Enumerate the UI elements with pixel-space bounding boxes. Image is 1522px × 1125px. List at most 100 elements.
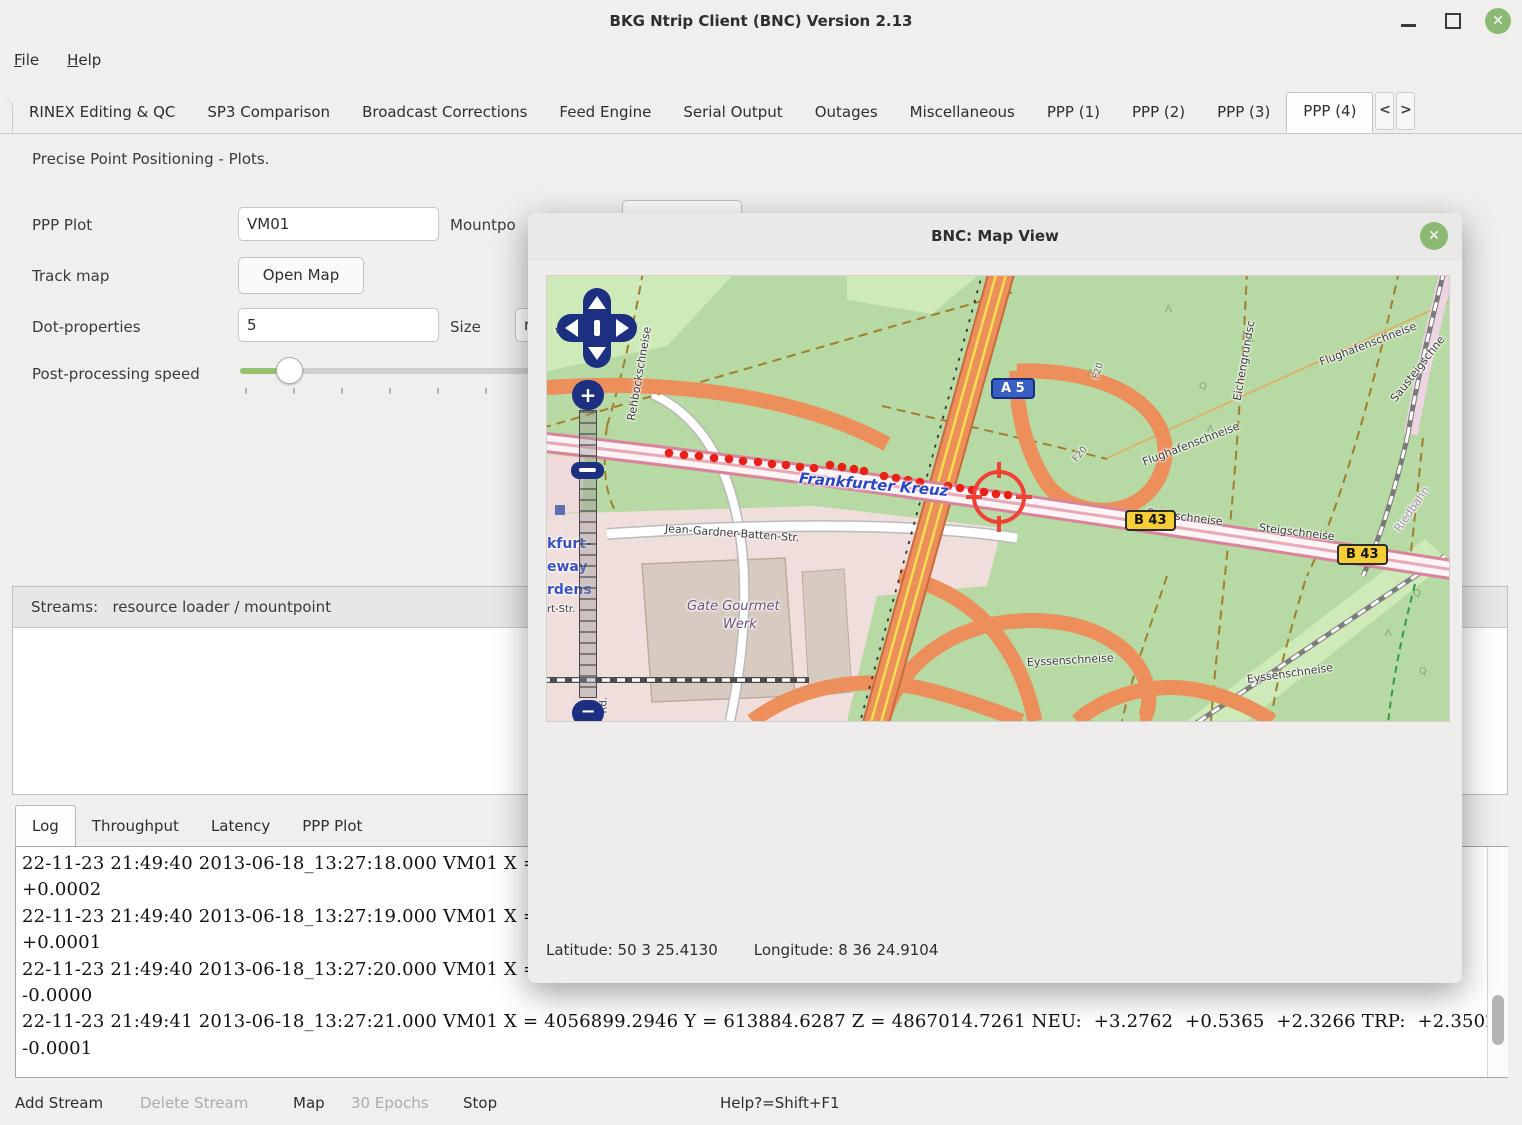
close-button[interactable]: ✕ xyxy=(1482,0,1516,42)
dot-properties-input[interactable] xyxy=(238,308,439,342)
tab-serial-output[interactable]: Serial Output xyxy=(667,92,798,132)
bottom-tab-ppp-plot[interactable]: PPP Plot xyxy=(286,806,378,846)
map-label: Λ xyxy=(1247,334,1254,345)
track-dot xyxy=(680,451,689,460)
tab-ppp-1-[interactable]: PPP (1) xyxy=(1031,92,1116,132)
latitude-label: Latitude: 50 3 25.4130 xyxy=(546,941,718,959)
tab-scroll-left[interactable]: < xyxy=(1375,92,1394,130)
dialog-header[interactable]: BNC: Map View ✕ xyxy=(528,213,1462,260)
speed-slider-thumb[interactable] xyxy=(276,357,303,384)
map-label: Q xyxy=(1419,666,1427,677)
map-label: rt-Str. xyxy=(547,604,575,615)
map-canvas[interactable]: neiseRehbockschneiseFrankfurter KreuzJea… xyxy=(546,275,1450,722)
track-dot xyxy=(1004,491,1013,500)
tab-ppp-2-[interactable]: PPP (2) xyxy=(1116,92,1201,132)
tab-miscellaneous[interactable]: Miscellaneous xyxy=(894,92,1031,132)
slider-tick xyxy=(389,388,391,394)
tab-broadcast-corrections[interactable]: Broadcast Corrections xyxy=(346,92,543,132)
size-label: Size xyxy=(450,318,481,336)
title-bar: BKG Ntrip Client (BNC) Version 2.13 ✕ xyxy=(0,0,1522,42)
bottom-toolbar: Add StreamDelete StreamMap30 EpochsStopH… xyxy=(0,1082,1522,1125)
bottom-tab-latency[interactable]: Latency xyxy=(195,806,286,846)
ppp-plot-input[interactable] xyxy=(238,207,439,241)
bottom-tab-throughput[interactable]: Throughput xyxy=(76,806,195,846)
log-line: 22-11-23 21:49:41 2013-06-18_13:27:21.00… xyxy=(22,1009,1507,1035)
road-shield-b43: B 43 xyxy=(1125,510,1176,531)
post-processing-speed-label: Post-processing speed xyxy=(32,365,200,383)
dialog-title: BNC: Map View xyxy=(528,213,1462,259)
pan-left-icon[interactable] xyxy=(565,319,578,337)
add-stream-button[interactable]: Add Stream xyxy=(15,1082,103,1125)
menu-bar: FileHelp xyxy=(0,42,1522,78)
tab-feed-engine[interactable]: Feed Engine xyxy=(543,92,667,132)
open-map-button[interactable]: Open Map xyxy=(238,257,364,294)
pan-right-icon[interactable] xyxy=(616,319,629,337)
tab-outages[interactable]: Outages xyxy=(799,92,894,132)
app-window: BKG Ntrip Client (BNC) Version 2.13 ✕ Fi… xyxy=(0,0,1522,1125)
coordinate-readout: Latitude: 50 3 25.4130 Longitude: 8 36 24… xyxy=(546,941,974,959)
map-label: Q xyxy=(1413,588,1421,599)
tab-ppp-3-[interactable]: PPP (3) xyxy=(1201,92,1286,132)
map-graphic xyxy=(547,276,1449,721)
log-line: -0.0001 xyxy=(22,1036,1507,1062)
bottom-tab-log[interactable]: Log xyxy=(15,805,76,846)
tab-ppp-4-[interactable]: PPP (4) xyxy=(1286,92,1373,133)
maximize-button[interactable] xyxy=(1436,0,1470,42)
ppp-plot-label: PPP Plot xyxy=(32,216,92,234)
log-scrollbar[interactable] xyxy=(1487,847,1508,1077)
zoom-ruler[interactable] xyxy=(579,410,597,698)
track-dot xyxy=(739,457,748,466)
longitude-label: Longitude: 8 36 24.9104 xyxy=(754,941,939,959)
slider-tick xyxy=(437,388,439,394)
pan-center-icon xyxy=(594,320,600,336)
zoom-in-button[interactable]: + xyxy=(572,380,604,410)
map-label: Werk xyxy=(723,617,757,632)
page-heading: Precise Point Positioning - Plots. xyxy=(32,150,270,168)
track-dot xyxy=(838,463,847,472)
slider-tick xyxy=(293,388,295,394)
tab-scroll-right[interactable]: > xyxy=(1396,92,1415,130)
stop-button[interactable]: Stop xyxy=(463,1082,497,1125)
track-dot xyxy=(695,452,704,461)
tab-rinex-editing-qc[interactable]: RINEX Editing & QC xyxy=(13,92,191,132)
map-label: Q xyxy=(1199,381,1207,392)
map-pan-control[interactable] xyxy=(557,288,637,368)
track-dot xyxy=(826,461,835,470)
track-dot xyxy=(992,490,1001,499)
help-hint: Help?=Shift+F1 xyxy=(720,1082,840,1125)
track-map-label: Track map xyxy=(32,267,109,285)
dot-properties-label: Dot-properties xyxy=(32,318,141,336)
minimize-button[interactable] xyxy=(1392,0,1426,42)
tab-sp3-comparison[interactable]: SP3 Comparison xyxy=(191,92,346,132)
tab-sliver xyxy=(0,98,13,132)
track-dot xyxy=(710,454,719,463)
road-shield-a5: A 5 xyxy=(991,378,1035,399)
map-label: Λ xyxy=(1385,628,1392,639)
menu-help[interactable]: Help xyxy=(53,42,115,78)
slider-tick xyxy=(485,388,487,394)
bottom-tab-bar: LogThroughputLatencyPPP Plot xyxy=(15,805,378,846)
tab-bar: RINEX Editing & QCSP3 ComparisonBroadcas… xyxy=(0,92,1522,134)
track-dot xyxy=(665,449,674,458)
zoom-out-button[interactable]: − xyxy=(572,700,604,722)
map-label: Λ xyxy=(1087,368,1094,379)
pan-down-icon[interactable] xyxy=(588,347,606,360)
track-dot xyxy=(850,465,859,474)
map-button[interactable]: Map xyxy=(293,1082,325,1125)
mountpoint-label: Mountpo xyxy=(450,216,516,234)
track-dot xyxy=(725,455,734,464)
close-icon: ✕ xyxy=(1485,8,1511,34)
log-line: -0.0000 xyxy=(22,983,1507,1009)
log-scrollbar-thumb[interactable] xyxy=(1492,995,1504,1045)
map-label: Gate Gourmet xyxy=(687,599,780,614)
menu-file[interactable]: File xyxy=(0,42,53,78)
slider-tick xyxy=(341,388,343,394)
map-label: Λ xyxy=(1207,424,1214,435)
window-title: BKG Ntrip Client (BNC) Version 2.13 xyxy=(0,0,1522,42)
pan-up-icon[interactable] xyxy=(588,296,606,309)
zoom-slider-handle[interactable] xyxy=(571,462,604,479)
dialog-close-button[interactable]: ✕ xyxy=(1420,222,1448,250)
track-dot xyxy=(768,460,777,469)
30-epochs-button: 30 Epochs xyxy=(351,1082,429,1125)
track-dot xyxy=(754,458,763,467)
